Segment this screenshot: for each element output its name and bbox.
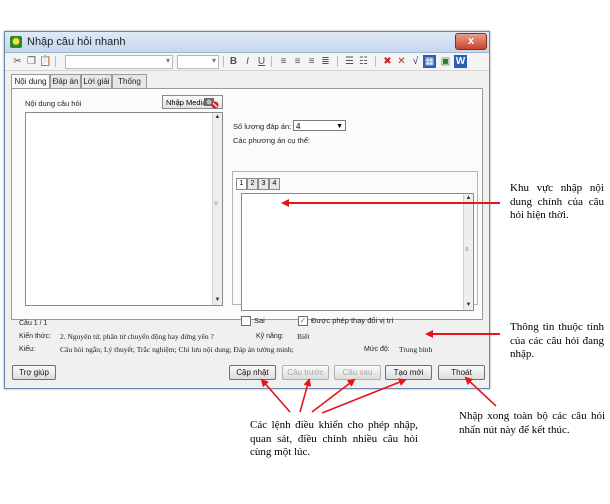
arrow-update bbox=[260, 378, 291, 413]
annotation-info-area: Thông tin thuộc tính của các câu hỏi đan… bbox=[510, 321, 604, 360]
arrow-exit bbox=[464, 376, 497, 407]
arrow-next bbox=[311, 378, 356, 413]
annotation-controls: Các lệnh điều khiển cho phép nhập, quan … bbox=[250, 419, 418, 458]
arrow-previous bbox=[299, 378, 312, 413]
annotation-exit: Nhập xong toàn bộ các câu hỏi nhấn nút n… bbox=[459, 410, 605, 436]
arrow-new bbox=[321, 378, 407, 414]
annotation-content-area: Khu vực nhập nội dung chính của câu hỏi … bbox=[510, 182, 604, 221]
